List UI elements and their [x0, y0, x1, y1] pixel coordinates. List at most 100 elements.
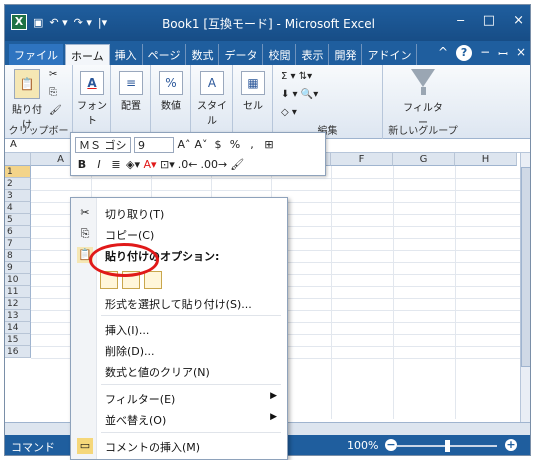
menu-item-sort[interactable]: 並べ替え(O) ▶: [71, 409, 287, 429]
mini-toolbar-row-2: B I ≣ ◈▾ A▾ ⊡▾ .0← .00→ 🖌: [75, 156, 244, 174]
grid-line: [331, 166, 332, 419]
row-header[interactable]: 16: [5, 346, 31, 358]
collapse-ribbon-icon[interactable]: ^: [438, 45, 448, 62]
font-name-field[interactable]: ＭＳ ゴシ: [75, 137, 131, 153]
minimize-button[interactable]: ‒: [457, 13, 465, 28]
zoom-slider-thumb[interactable]: [445, 440, 450, 452]
menu-item-paste-special[interactable]: 形式を選択して貼り付け(S)...: [71, 293, 287, 313]
close-button[interactable]: ×: [513, 13, 524, 28]
row-header[interactable]: 7: [5, 238, 31, 250]
shrink-font-icon[interactable]: A˅: [194, 138, 208, 152]
row-header[interactable]: 3: [5, 190, 31, 202]
row-header[interactable]: 6: [5, 226, 31, 238]
bold-button[interactable]: B: [75, 158, 89, 172]
cells-button[interactable]: ▦ セル: [237, 71, 269, 112]
row-header[interactable]: 5: [5, 214, 31, 226]
align-center-icon[interactable]: ≣: [109, 158, 123, 172]
zoom-in-button[interactable]: +: [505, 439, 517, 451]
filter-button[interactable]: フィルター: [401, 69, 445, 129]
maximize-button[interactable]: □: [483, 13, 495, 28]
styles-button[interactable]: A スタイル: [195, 71, 229, 127]
status-mode: コマンド: [11, 441, 55, 454]
menu-item-copy[interactable]: ⎘ コピー(C): [71, 224, 287, 244]
borders-icon[interactable]: ⊡▾: [160, 158, 175, 172]
row-header[interactable]: 15: [5, 334, 31, 346]
window-controls: ‒ □ ×: [457, 13, 524, 28]
doc-restore-button[interactable]: ꟷ: [498, 45, 508, 62]
help-icon[interactable]: ?: [456, 45, 473, 61]
row-header[interactable]: 10: [5, 274, 31, 286]
cut-icon: ✂: [80, 206, 90, 219]
number-group: % 数値: [151, 65, 191, 139]
column-header[interactable]: G: [393, 153, 455, 166]
funnel-icon: [411, 69, 435, 87]
tab-page[interactable]: ページ: [143, 44, 187, 65]
merge-icon[interactable]: ⊞: [262, 138, 276, 152]
tab-data[interactable]: データ: [219, 44, 264, 65]
grow-font-icon[interactable]: A˄: [177, 138, 191, 152]
doc-minimize-button[interactable]: −: [480, 45, 490, 62]
editing-group: Σ ▾ ⇅▾ ⬇ ▾ 🔍▾ ◇ ▾ 編集: [273, 65, 383, 139]
font-color-icon[interactable]: A▾: [143, 158, 157, 172]
clear-button[interactable]: ◇ ▾: [281, 107, 297, 118]
new-group: フィルター 新しいグループ: [383, 65, 463, 139]
column-header[interactable]: H: [455, 153, 517, 166]
alignment-button[interactable]: ≡ 配置: [115, 71, 147, 112]
fill-button[interactable]: ⬇ ▾ 🔍▾: [281, 89, 318, 100]
paste-option-values[interactable]: [144, 271, 162, 289]
font-button[interactable]: A フォント: [77, 71, 107, 127]
menu-item-cut[interactable]: ✂ 切り取り(T): [71, 203, 287, 223]
tab-formulas[interactable]: 数式: [186, 44, 220, 65]
select-all-corner[interactable]: [5, 153, 31, 166]
tab-developer[interactable]: 開発: [329, 44, 363, 65]
row-header[interactable]: 14: [5, 322, 31, 334]
row-header[interactable]: 2: [5, 178, 31, 190]
zoom-out-button[interactable]: −: [385, 439, 397, 451]
menu-separator: [101, 432, 281, 433]
menu-item-insert[interactable]: 挿入(I)...: [71, 319, 287, 339]
format-painter-button[interactable]: 🖌: [49, 105, 62, 116]
name-box[interactable]: A: [7, 139, 77, 153]
fill-icon: ⬇ ▾ 🔍▾: [281, 89, 319, 100]
row-header[interactable]: 12: [5, 298, 31, 310]
font-size-field[interactable]: 9: [134, 137, 174, 153]
currency-icon[interactable]: $: [211, 138, 225, 152]
autosum-button[interactable]: Σ ▾ ⇅▾: [281, 71, 312, 82]
percent-button[interactable]: %: [228, 138, 242, 152]
menu-item-clear-contents[interactable]: 数式と値のクリア(N): [71, 361, 287, 381]
row-header[interactable]: 8: [5, 250, 31, 262]
zoom-level[interactable]: 100%: [347, 439, 378, 452]
increase-decimal-icon[interactable]: .0←: [178, 158, 198, 172]
format-painter-icon[interactable]: 🖌: [230, 158, 244, 172]
tab-review[interactable]: 校閲: [263, 44, 297, 65]
comma-button[interactable]: ,: [245, 138, 259, 152]
tab-view[interactable]: 表示: [296, 44, 330, 65]
tab-home[interactable]: ホーム: [65, 44, 110, 65]
cut-button[interactable]: ✂: [49, 69, 57, 80]
tab-addins[interactable]: アドイン: [362, 44, 418, 65]
row-header[interactable]: 1: [5, 166, 31, 178]
row-header[interactable]: 4: [5, 202, 31, 214]
decrease-decimal-icon[interactable]: .00→: [200, 158, 227, 172]
column-header[interactable]: F: [331, 153, 393, 166]
italic-button[interactable]: I: [92, 158, 106, 172]
vertical-scrollbar[interactable]: [520, 153, 530, 422]
vertical-scrollbar-thumb[interactable]: [521, 167, 530, 367]
number-button[interactable]: % 数値: [155, 71, 187, 112]
menu-item-filter[interactable]: フィルター(E) ▶: [71, 388, 287, 408]
menu-item-label: 数式と値のクリア(N): [105, 366, 210, 379]
ribbon-tabs: ファイル ホーム 挿入 ページ 数式 データ 校閲 表示 開発 アドイン ^ ?…: [5, 41, 530, 65]
menu-item-insert-comment[interactable]: ▭ コメントの挿入(M): [71, 436, 287, 456]
menu-item-delete[interactable]: 削除(D)...: [71, 340, 287, 360]
row-header[interactable]: 13: [5, 310, 31, 322]
menu-item-label: フィルター(E): [105, 393, 176, 406]
doc-close-button[interactable]: ×: [516, 45, 526, 62]
row-header[interactable]: 11: [5, 286, 31, 298]
copy-button[interactable]: ⎘: [49, 87, 57, 98]
menu-item-label: 並べ替え(O): [105, 414, 167, 427]
fill-color-icon[interactable]: ◈▾: [126, 158, 140, 172]
tab-file[interactable]: ファイル: [9, 44, 63, 65]
mini-toolbar-row-1: ＭＳ ゴシ 9 A˄ A˅ $ % , ⊞: [75, 136, 276, 154]
row-header[interactable]: 9: [5, 262, 31, 274]
tab-insert[interactable]: 挿入: [110, 44, 143, 65]
